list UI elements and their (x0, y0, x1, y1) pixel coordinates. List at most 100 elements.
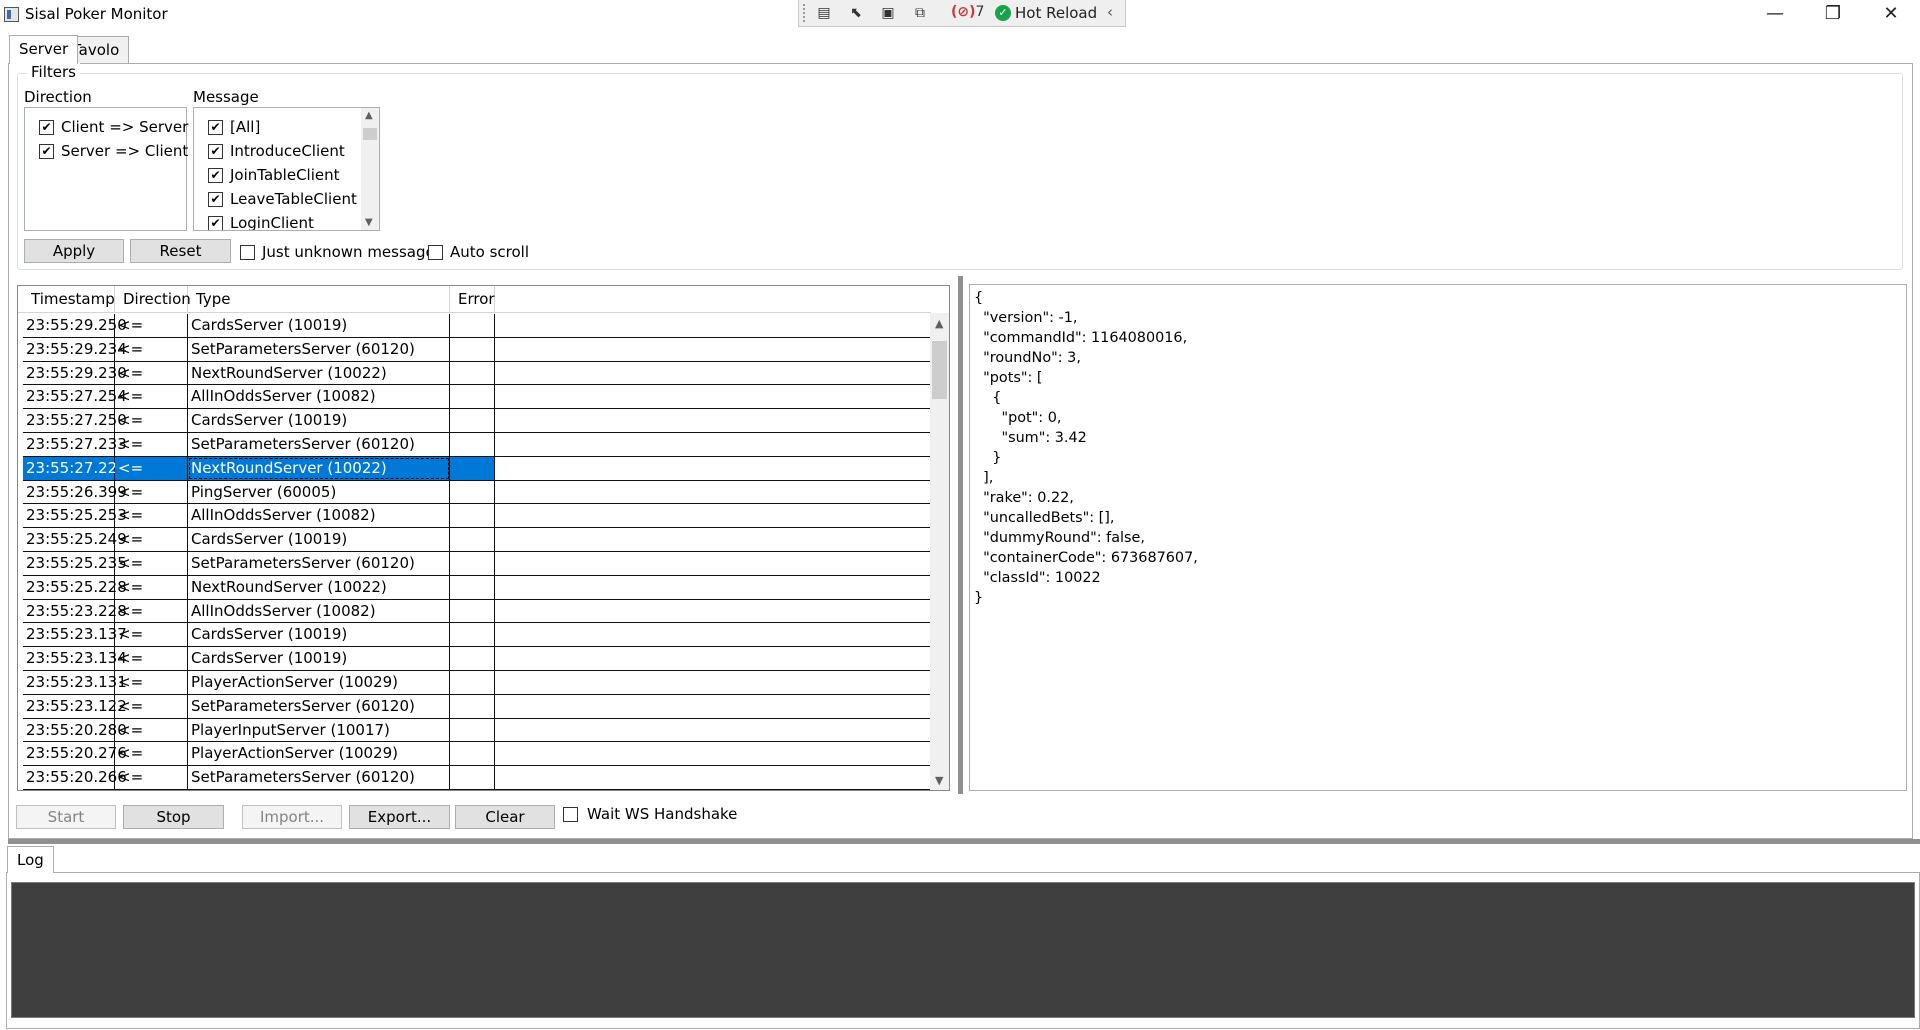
table-row[interactable]: 23:55:27.250 <= CardsServer (10019) (23, 409, 931, 433)
stop-button[interactable]: Stop (123, 805, 224, 829)
table-row[interactable]: 23:55:27.229 <= NextRoundServer (10022) (23, 456, 931, 481)
table-row[interactable]: 23:55:29.234 <= SetParametersServer (60120… (23, 337, 931, 362)
grid-scrollbar[interactable]: ▲ ▼ (930, 313, 949, 790)
cell-direction: <= (115, 337, 188, 361)
scroll-down-icon[interactable]: ▼ (935, 774, 943, 787)
cell-timestamp: 23:55:20.276 (23, 742, 127, 766)
cell-type: CardsServer (10019) (188, 314, 450, 337)
table-row[interactable]: 23:55:23.134 <= CardsServer (10019) (23, 647, 931, 671)
wait-ws-checkbox[interactable] (563, 807, 578, 822)
cell-timestamp: 23:55:27.229 (23, 456, 127, 480)
start-button[interactable]: Start (16, 805, 116, 829)
display-layout-adorners-icon[interactable]: ▣ (877, 4, 899, 22)
export-button[interactable]: Export... (349, 805, 450, 829)
clear-button[interactable]: Clear (455, 805, 555, 829)
column-header-timestamp[interactable]: Timestamp (23, 286, 115, 312)
table-row[interactable]: 23:55:25.235 <= SetParametersServer (60120… (23, 551, 931, 576)
scroll-up-icon[interactable]: ▲ (365, 110, 373, 121)
cell-filler (495, 314, 931, 337)
table-row[interactable]: 23:55:27.233 <= SetParametersServer (60120… (23, 432, 931, 457)
column-header-error[interactable]: Error (450, 286, 495, 312)
checkbox[interactable]: ✔ (208, 192, 223, 207)
column-header-direction[interactable]: Direction (115, 286, 191, 312)
live-visual-tree-icon[interactable]: ▤ (813, 4, 835, 22)
minimize-button[interactable]: — (1746, 0, 1804, 30)
cell-filler (495, 766, 931, 789)
restore-button[interactable]: ❐ (1804, 0, 1862, 30)
wait-ws-checkbox-row[interactable]: Wait WS Handshake (563, 804, 743, 826)
table-row[interactable]: 23:55:20.280 <= PlayerInputServer (10017) (23, 718, 931, 743)
checkbox[interactable]: ✔ (39, 120, 54, 135)
table-row[interactable]: 23:55:26.399 <= PingServer (60005) (23, 480, 931, 505)
import-button[interactable]: Import... (242, 805, 342, 829)
cell-error (450, 432, 495, 456)
collapse-toolbar-icon[interactable]: ‹ (1107, 3, 1113, 21)
cell-timestamp: 23:55:25.249 (23, 528, 127, 552)
cell-direction: <= (115, 694, 188, 718)
cell-filler (495, 433, 931, 456)
reset-button[interactable]: Reset (130, 239, 231, 263)
table-row[interactable]: 23:55:25.228 <= NextRoundServer (10022) (23, 575, 931, 600)
checkbox[interactable]: ✔ (208, 168, 223, 183)
cell-filler (495, 409, 931, 432)
cell-type: NextRoundServer (10022) (188, 361, 450, 385)
cell-type: AllInOddsServer (10082) (188, 599, 450, 623)
select-element-icon[interactable]: ⬉ (845, 4, 867, 22)
cell-timestamp: 23:55:29.234 (23, 337, 127, 361)
checkbox[interactable]: ✔ (39, 144, 54, 159)
table-row[interactable]: 23:55:20.276 <= PlayerActionServer (10029) (23, 742, 931, 767)
track-focus-icon[interactable]: ⧉ (909, 4, 931, 22)
toolbar-grip-icon[interactable] (803, 4, 807, 22)
checkbox[interactable]: ✔ (208, 216, 223, 230)
auto-scroll-checkbox[interactable] (428, 245, 443, 260)
cell-type: CardsServer (10019) (188, 409, 450, 433)
just-unknown-checkbox-row[interactable]: Just unknown messages (240, 242, 443, 264)
cell-filler (495, 695, 931, 718)
table-row[interactable]: 23:55:27.254 <= AllInOddsServer (10082) (23, 385, 931, 410)
scroll-thumb[interactable] (932, 341, 947, 399)
table-row[interactable]: 23:55:23.228 <= AllInOddsServer (10082) (23, 599, 931, 624)
table-row[interactable]: 23:55:23.122 <= SetParametersServer (60120… (23, 694, 931, 719)
table-row[interactable]: 23:55:20.266 <= SetParametersServer (60120… (23, 766, 931, 790)
tab-log[interactable]: Log (7, 846, 54, 873)
checkbox[interactable]: ✔ (208, 120, 223, 135)
just-unknown-checkbox[interactable] (240, 245, 255, 260)
table-row[interactable]: 23:55:25.249 <= CardsServer (10019) (23, 528, 931, 552)
checkbox[interactable]: ✔ (208, 144, 223, 159)
table-row[interactable]: 23:55:23.137 <= CardsServer (10019) (23, 623, 931, 648)
vertical-splitter[interactable] (958, 276, 963, 794)
cell-error (450, 766, 495, 790)
column-header-type[interactable]: Type (188, 286, 450, 312)
scroll-down-icon[interactable]: ▼ (365, 217, 373, 228)
cell-timestamp: 23:55:27.233 (23, 432, 127, 456)
auto-scroll-checkbox-row[interactable]: Auto scroll (428, 242, 548, 264)
wait-ws-label: Wait WS Handshake (587, 805, 738, 823)
table-row[interactable]: 23:55:25.253 <= AllInOddsServer (10082) (23, 504, 931, 529)
tab-server[interactable]: Server (9, 35, 79, 64)
message-json-view[interactable]: { "version": -1, "commandId": 1164080016… (969, 284, 1907, 791)
table-row[interactable]: 23:55:29.250 <= CardsServer (10019) (23, 314, 931, 338)
cell-direction: <= (115, 480, 188, 504)
cell-type: AllInOddsServer (10082) (188, 385, 450, 409)
cell-direction: <= (115, 599, 188, 623)
apply-button[interactable]: Apply (24, 239, 124, 263)
cell-error (450, 337, 495, 361)
log-output[interactable] (11, 882, 1915, 1018)
binding-failures-badge[interactable]: (⊘)7 (951, 4, 984, 20)
message-item-label: LeaveTableClient (230, 190, 357, 208)
cell-timestamp: 23:55:27.250 (23, 409, 127, 433)
horizontal-splitter[interactable] (8, 839, 1920, 844)
hot-reload-label[interactable]: Hot Reload (1015, 4, 1097, 22)
message-list-scrollbar[interactable]: ▲ ▼ (361, 108, 379, 230)
table-row[interactable]: 23:55:23.131 <= PlayerActionServer (10029) (23, 670, 931, 695)
cell-type: PlayerActionServer (10029) (188, 742, 450, 766)
scroll-up-icon[interactable]: ▲ (935, 317, 943, 330)
table-row[interactable]: 23:55:29.230 <= NextRoundServer (10022) (23, 361, 931, 386)
cell-filler (495, 576, 931, 599)
cell-direction: <= (115, 361, 188, 385)
cell-filler (495, 623, 931, 646)
cell-direction: <= (115, 742, 188, 766)
cell-error (450, 409, 495, 433)
scroll-thumb[interactable] (363, 128, 377, 140)
close-button[interactable]: ✕ (1862, 0, 1920, 30)
